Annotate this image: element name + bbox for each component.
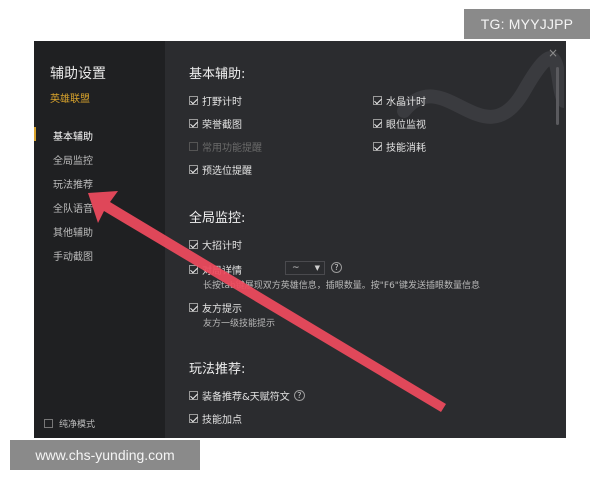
option-label: 技能加点	[202, 415, 242, 426]
option-label: 装备推荐&天赋符文	[202, 392, 290, 403]
checkbox-checked[interactable]	[189, 391, 198, 400]
option-label: 友方提示	[202, 304, 242, 315]
sidebar-item-manual-screenshot[interactable]: 手动截图	[53, 248, 93, 263]
option-label: 荣誉截图	[202, 120, 242, 131]
close-icon[interactable]: ×	[548, 46, 558, 60]
option-preselect-reminder[interactable]: 预选位提醒	[189, 162, 252, 177]
checkbox-checked[interactable]	[189, 119, 198, 128]
sidebar-title: 辅助设置	[50, 66, 106, 82]
checkbox-box[interactable]	[44, 419, 53, 428]
option-match-details[interactable]: 对局详情	[189, 262, 242, 277]
option-honor-screenshot[interactable]: 荣誉截图	[189, 116, 242, 131]
option-ally-tip[interactable]: 友方提示	[189, 300, 242, 315]
watermark-top: TG: MYYJJPP	[464, 9, 590, 39]
sidebar-game-subtitle: 英雄联盟	[50, 94, 90, 105]
option-label: 眼位监视	[386, 120, 426, 131]
help-icon-wrapper[interactable]: ?	[331, 262, 342, 273]
section-title-play: 玩法推荐:	[189, 362, 246, 377]
sidebar-item-basic-assist[interactable]: 基本辅助	[53, 128, 93, 143]
checkbox-checked[interactable]	[189, 240, 198, 249]
watermark-bottom: www.chs-yunding.com	[10, 440, 200, 470]
sidebar-item-global-monitor[interactable]: 全局监控	[53, 152, 93, 167]
ally-tip-description: 友方一级技能提示	[203, 319, 276, 329]
option-crystal-timer[interactable]: 水晶计时	[373, 93, 426, 108]
option-skill-cost[interactable]: 技能消耗	[373, 139, 426, 154]
option-ultimate-timer[interactable]: 大招计时	[189, 237, 242, 252]
pure-mode-checkbox[interactable]: 纯净模式	[44, 417, 95, 430]
option-jungle-timer[interactable]: 打野计时	[189, 93, 242, 108]
settings-window: 辅助设置 英雄联盟 基本辅助 全局监控 玩法推荐 全队语音 其他辅助 手动截图 …	[34, 41, 566, 438]
option-common-function-reminder: 常用功能提醒	[189, 139, 262, 154]
screenshot-stage: 辅助设置 英雄联盟 基本辅助 全局监控 玩法推荐 全队语音 其他辅助 手动截图 …	[0, 0, 600, 480]
checkbox-checked[interactable]	[373, 142, 382, 151]
option-ward-monitor[interactable]: 眼位监视	[373, 116, 426, 131]
match-details-description: 长按tab键展现双方英雄信息，插眼数量。按"F6"键发送插眼数量信息	[203, 281, 480, 291]
select-value: ~	[292, 263, 300, 273]
hotkey-select[interactable]: ~ ▼	[285, 261, 325, 275]
sidebar: 辅助设置 英雄联盟 基本辅助 全局监控 玩法推荐 全队语音 其他辅助 手动截图 …	[34, 41, 165, 438]
checkbox-checked[interactable]	[189, 265, 198, 274]
chevron-down-icon: ▼	[314, 264, 320, 272]
checkbox-checked[interactable]	[189, 303, 198, 312]
checkbox-checked[interactable]	[373, 119, 382, 128]
pure-mode-label: 纯净模式	[59, 420, 96, 430]
option-label: 预选位提醒	[202, 166, 252, 177]
option-label: 水晶计时	[386, 97, 426, 108]
sidebar-item-play-recommend[interactable]: 玩法推荐	[53, 176, 93, 191]
section-title-basic: 基本辅助:	[189, 67, 246, 82]
section-title-global: 全局监控:	[189, 211, 246, 226]
option-label: 对局详情	[202, 266, 242, 277]
scrollbar-thumb[interactable]	[556, 67, 559, 125]
option-label: 常用功能提醒	[202, 143, 262, 154]
help-icon[interactable]: ?	[293, 390, 305, 401]
option-skill-order[interactable]: 技能加点	[189, 411, 242, 426]
checkbox-checked[interactable]	[373, 96, 382, 105]
option-item-rune-recommend[interactable]: 装备推荐&天赋符文 ?	[189, 388, 305, 403]
checkbox-checked[interactable]	[189, 96, 198, 105]
sidebar-item-team-voice[interactable]: 全队语音	[53, 200, 93, 215]
option-label: 大招计时	[202, 241, 242, 252]
checkbox-disabled	[189, 142, 198, 151]
checkbox-checked[interactable]	[189, 414, 198, 423]
checkbox-checked[interactable]	[189, 165, 198, 174]
option-label: 打野计时	[202, 97, 242, 108]
help-icon[interactable]: ?	[331, 262, 342, 273]
active-item-indicator	[34, 127, 36, 141]
option-label: 技能消耗	[386, 143, 426, 154]
sidebar-item-other-assist[interactable]: 其他辅助	[53, 224, 93, 239]
